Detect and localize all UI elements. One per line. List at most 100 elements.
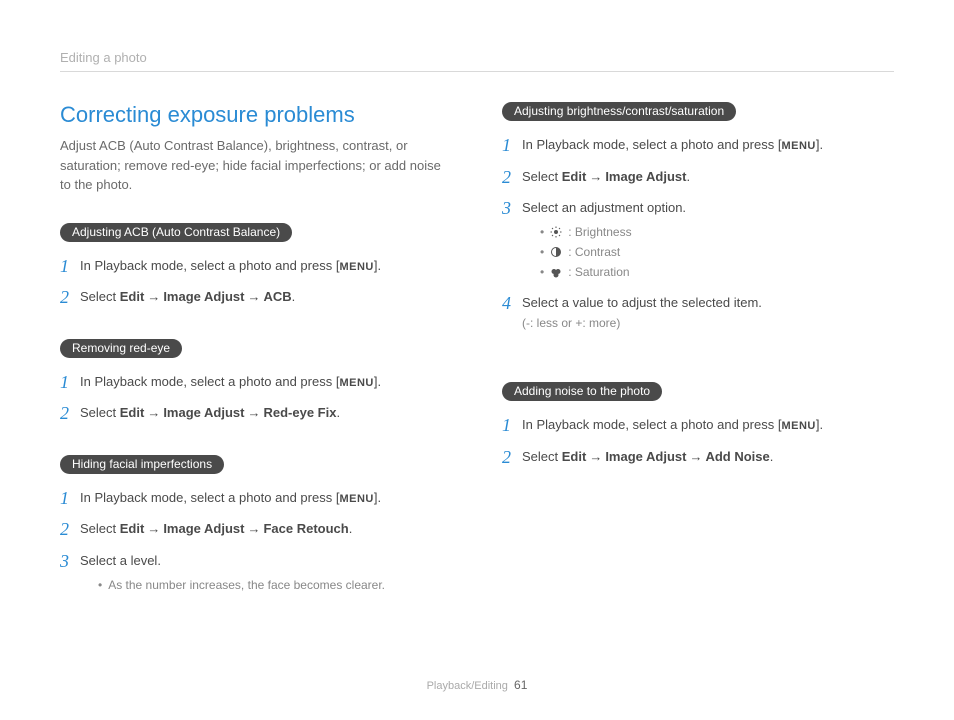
text: Image Adjust — [605, 169, 686, 184]
text: ]. — [374, 374, 381, 389]
arrow-icon: → — [144, 521, 163, 536]
text: In Playback mode, select a photo and pre… — [80, 258, 339, 273]
step: 4 Select a value to adjust the selected … — [502, 293, 894, 333]
step: 3 Select an adjustment option. • : Brigh… — [502, 198, 894, 283]
text: . — [686, 169, 690, 184]
page-number: 61 — [514, 678, 527, 692]
text: Edit — [562, 169, 587, 184]
step: 1 In Playback mode, select a photo and p… — [502, 135, 894, 157]
text: Edit — [562, 449, 587, 464]
menu-icon: MENU — [339, 377, 373, 389]
menu-icon: MENU — [781, 420, 815, 432]
step-body: Select a level. As the number increases,… — [80, 551, 452, 595]
option-label: : Saturation — [568, 262, 629, 282]
step-number: 1 — [60, 372, 80, 394]
steps-redeye: 1 In Playback mode, select a photo and p… — [60, 372, 452, 425]
text: . — [292, 289, 296, 304]
text: Image Adjust — [163, 289, 244, 304]
text: Add Noise — [705, 449, 769, 464]
pill-redeye: Removing red-eye — [60, 339, 182, 358]
text: Image Adjust — [163, 521, 244, 536]
step: 2 Select Edit→Image Adjust. — [502, 167, 894, 189]
divider — [60, 71, 894, 72]
arrow-icon: → — [686, 449, 705, 464]
text: Face Retouch — [263, 521, 348, 536]
text: . — [349, 521, 353, 536]
step-number: 3 — [60, 551, 80, 573]
step: 3 Select a level. As the number increase… — [60, 551, 452, 595]
text: Select an adjustment option. — [522, 200, 686, 215]
step-body: In Playback mode, select a photo and pre… — [522, 135, 894, 155]
intro-text: Adjust ACB (Auto Contrast Balance), brig… — [60, 136, 452, 195]
text: Edit — [120, 405, 145, 420]
text: Image Adjust — [163, 405, 244, 420]
left-column: Correcting exposure problems Adjust ACB … — [60, 102, 452, 625]
steps-face: 1 In Playback mode, select a photo and p… — [60, 488, 452, 595]
step-body: In Playback mode, select a photo and pre… — [80, 488, 452, 508]
step: 1 In Playback mode, select a photo and p… — [60, 488, 452, 510]
arrow-icon: → — [144, 405, 163, 420]
step-body: Select an adjustment option. • : Brightn… — [522, 198, 894, 283]
step-body: Select Edit→Image Adjust→ACB. — [80, 287, 452, 307]
spacer — [502, 362, 894, 382]
step-body: Select a value to adjust the selected it… — [522, 293, 894, 333]
text: Select — [80, 521, 120, 536]
text: Edit — [120, 289, 145, 304]
pill-acb: Adjusting ACB (Auto Contrast Balance) — [60, 223, 292, 242]
arrow-icon: → — [144, 289, 163, 304]
step-number: 4 — [502, 293, 522, 315]
step: 2 Select Edit→Image Adjust→Face Retouch. — [60, 519, 452, 541]
step-body: Select Edit→Image Adjust→Add Noise. — [522, 447, 894, 467]
text: . — [336, 405, 340, 420]
text: ]. — [816, 137, 823, 152]
brightness-icon — [550, 226, 562, 238]
step-number: 2 — [502, 447, 522, 469]
step: 1 In Playback mode, select a photo and p… — [502, 415, 894, 437]
section-heading: Correcting exposure problems — [60, 102, 452, 128]
arrow-icon: → — [244, 405, 263, 420]
step: 1 In Playback mode, select a photo and p… — [60, 256, 452, 278]
pill-face: Hiding facial imperfections — [60, 455, 224, 474]
step-number: 2 — [60, 519, 80, 541]
arrow-icon: → — [244, 521, 263, 536]
saturation-icon — [550, 267, 562, 279]
text: Select — [80, 289, 120, 304]
steps-acb: 1 In Playback mode, select a photo and p… — [60, 256, 452, 309]
step-body: Select Edit→Image Adjust→Face Retouch. — [80, 519, 452, 539]
menu-icon: MENU — [781, 140, 815, 152]
text: ]. — [374, 258, 381, 273]
text: ]. — [374, 490, 381, 505]
step-number: 1 — [502, 415, 522, 437]
manual-page: Editing a photo Correcting exposure prob… — [0, 0, 954, 720]
step-body: Select Edit→Image Adjust→Red-eye Fix. — [80, 403, 452, 423]
step-number: 1 — [502, 135, 522, 157]
step: 2 Select Edit→Image Adjust→Add Noise. — [502, 447, 894, 469]
menu-icon: MENU — [339, 261, 373, 273]
arrow-icon: → — [244, 289, 263, 304]
menu-icon: MENU — [339, 493, 373, 505]
sub-text: (-: less or +: more) — [522, 314, 894, 332]
step-body: In Playback mode, select a photo and pre… — [522, 415, 894, 435]
text: ACB — [263, 289, 291, 304]
right-column: Adjusting brightness/contrast/saturation… — [502, 102, 894, 625]
option-label: : Brightness — [568, 222, 631, 242]
steps-noise: 1 In Playback mode, select a photo and p… — [502, 415, 894, 468]
step-number: 1 — [60, 256, 80, 278]
option-list: • : Brightness • : Contrast • : Saturati… — [540, 222, 894, 283]
step: 2 Select Edit→Image Adjust→ACB. — [60, 287, 452, 309]
step-body: In Playback mode, select a photo and pre… — [80, 372, 452, 392]
pill-bcs: Adjusting brightness/contrast/saturation — [502, 102, 736, 121]
text: In Playback mode, select a photo and pre… — [80, 374, 339, 389]
text: Image Adjust — [605, 449, 686, 464]
footer-section: Playback/Editing — [427, 680, 508, 692]
arrow-icon: → — [586, 169, 605, 184]
page-footer: Playback/Editing 61 — [0, 678, 954, 692]
option-brightness: • : Brightness — [540, 222, 894, 242]
step: 2 Select Edit→Image Adjust→Red-eye Fix. — [60, 403, 452, 425]
text: Red-eye Fix — [263, 405, 336, 420]
text: Select a value to adjust the selected it… — [522, 295, 762, 310]
text: Select — [80, 405, 120, 420]
contrast-icon — [550, 246, 562, 258]
text: Edit — [120, 521, 145, 536]
text: In Playback mode, select a photo and pre… — [522, 417, 781, 432]
